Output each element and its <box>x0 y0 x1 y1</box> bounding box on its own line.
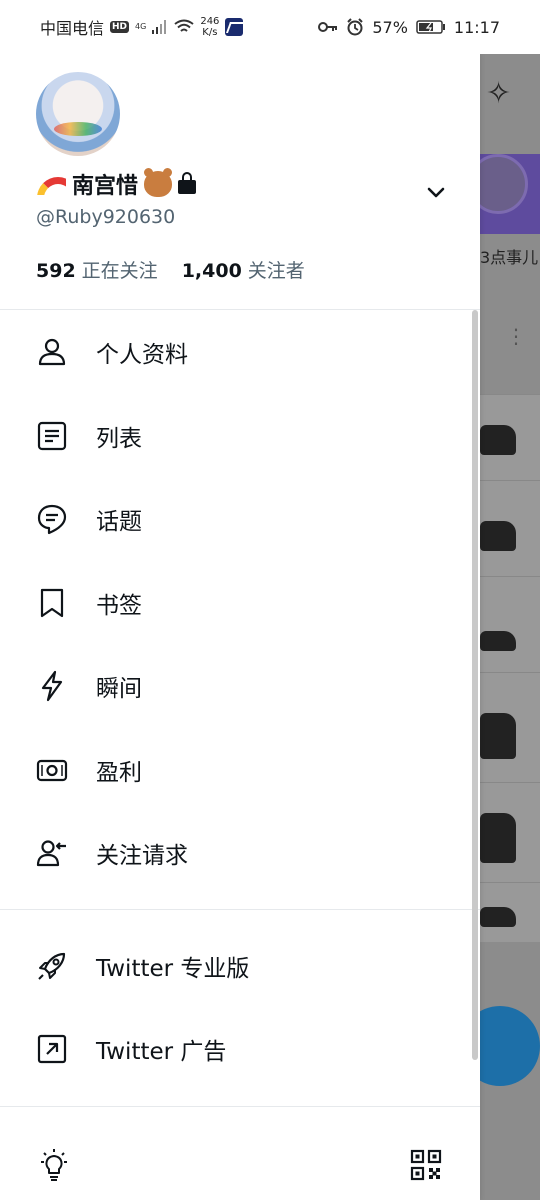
menu-item-profile[interactable]: 个人资料 <box>0 320 480 384</box>
person-icon <box>38 338 66 366</box>
menu-label: Twitter 专业版 <box>96 956 250 982</box>
background-feed: ✧ 3点事儿 ⋮ <box>480 54 540 1200</box>
background-tile <box>480 576 540 672</box>
menu-item-moments[interactable]: 瞬间 <box>0 654 480 718</box>
divider <box>0 309 480 310</box>
app-notification-icon <box>225 18 244 36</box>
menu-item-lists[interactable]: 列表 <box>0 404 480 468</box>
menu-item-topics[interactable]: 话题 <box>0 487 480 551</box>
signal-icon <box>152 20 167 34</box>
bear-emoji-icon <box>144 168 173 197</box>
following-link[interactable]: 592 正在关注 <box>36 256 158 283</box>
alarm-icon <box>347 18 364 36</box>
menu-label: 盈利 <box>96 760 142 786</box>
divider <box>0 909 480 910</box>
lightning-icon <box>41 670 63 702</box>
lightbulb-icon[interactable] <box>36 1147 72 1183</box>
following-label: 正在关注 <box>81 260 158 282</box>
avatar[interactable] <box>36 72 120 156</box>
topics-icon <box>37 504 67 535</box>
qr-code-icon[interactable] <box>410 1149 442 1181</box>
background-tile <box>480 394 540 480</box>
compose-fab <box>480 1006 540 1086</box>
network-speed: 246 K/s <box>200 16 220 38</box>
menu-label: 关注请求 <box>96 843 188 869</box>
menu-item-twitter-ads[interactable]: Twitter 广告 <box>0 1017 480 1081</box>
display-name: 南宫惜 <box>72 174 139 199</box>
menu-label: Twitter 广告 <box>96 1039 227 1065</box>
background-tile <box>480 882 540 942</box>
more-dots-icon: ⋮ <box>506 324 526 348</box>
following-count: 592 <box>36 260 76 282</box>
rainbow-emoji-icon <box>36 173 66 195</box>
follow-stats: 592 正在关注 1,400 关注者 <box>36 256 305 283</box>
bookmark-icon <box>40 588 64 618</box>
chevron-down-icon[interactable] <box>424 180 448 204</box>
carrier-label: 中国电信 <box>40 19 105 38</box>
followers-label: 关注者 <box>247 260 305 282</box>
network-type: 4G <box>135 22 147 31</box>
figure-icon <box>480 713 516 759</box>
rocket-icon <box>38 952 66 980</box>
scrollbar[interactable] <box>472 310 478 1060</box>
menu-item-follow-requests[interactable]: 关注请求 <box>0 821 480 885</box>
menu-label: 话题 <box>96 509 142 535</box>
sparkle-icon: ✧ <box>486 76 512 111</box>
list-icon <box>37 421 67 451</box>
navigation-drawer: 南宫惜 @Ruby920630 592 正在关注 1,400 关注者 个人资料 列表 <box>0 54 480 1200</box>
money-icon <box>36 759 68 782</box>
menu-item-bookmarks[interactable]: 书签 <box>0 571 480 635</box>
figure-icon <box>480 907 516 927</box>
menu-label: 瞬间 <box>96 676 142 702</box>
external-link-icon <box>37 1034 67 1064</box>
battery-icon <box>416 20 445 34</box>
drawer-footer <box>0 1127 480 1200</box>
menu-label: 个人资料 <box>96 342 188 368</box>
user-handle: @Ruby920630 <box>36 206 176 228</box>
key-icon <box>318 22 338 32</box>
battery-percent: 57% <box>372 17 408 37</box>
background-tile <box>480 782 540 882</box>
menu-item-twitter-pro[interactable]: Twitter 专业版 <box>0 934 480 998</box>
figure-icon <box>480 813 516 863</box>
followers-count: 1,400 <box>181 260 242 282</box>
background-text: 3点事儿 <box>480 248 539 267</box>
menu-label: 列表 <box>96 426 142 452</box>
figure-icon <box>480 425 516 455</box>
followers-link[interactable]: 1,400 关注者 <box>182 256 305 283</box>
lock-icon <box>178 172 197 194</box>
background-tile <box>480 480 540 576</box>
figure-icon <box>480 631 516 651</box>
divider <box>0 1106 480 1107</box>
menu-item-monetization[interactable]: 盈利 <box>0 738 480 802</box>
menu-label: 书签 <box>96 593 142 619</box>
follow-request-icon <box>36 840 66 867</box>
status-bar: 中国电信 HD 4G 246 K/s 57% 11:17 <box>0 0 540 54</box>
wifi-icon <box>174 19 194 32</box>
profile-name-row[interactable]: 南宫惜 <box>36 168 197 200</box>
background-tile <box>480 672 540 782</box>
clock: 11:17 <box>453 17 500 37</box>
figure-icon <box>480 521 516 551</box>
hd-badge: HD <box>110 21 130 33</box>
